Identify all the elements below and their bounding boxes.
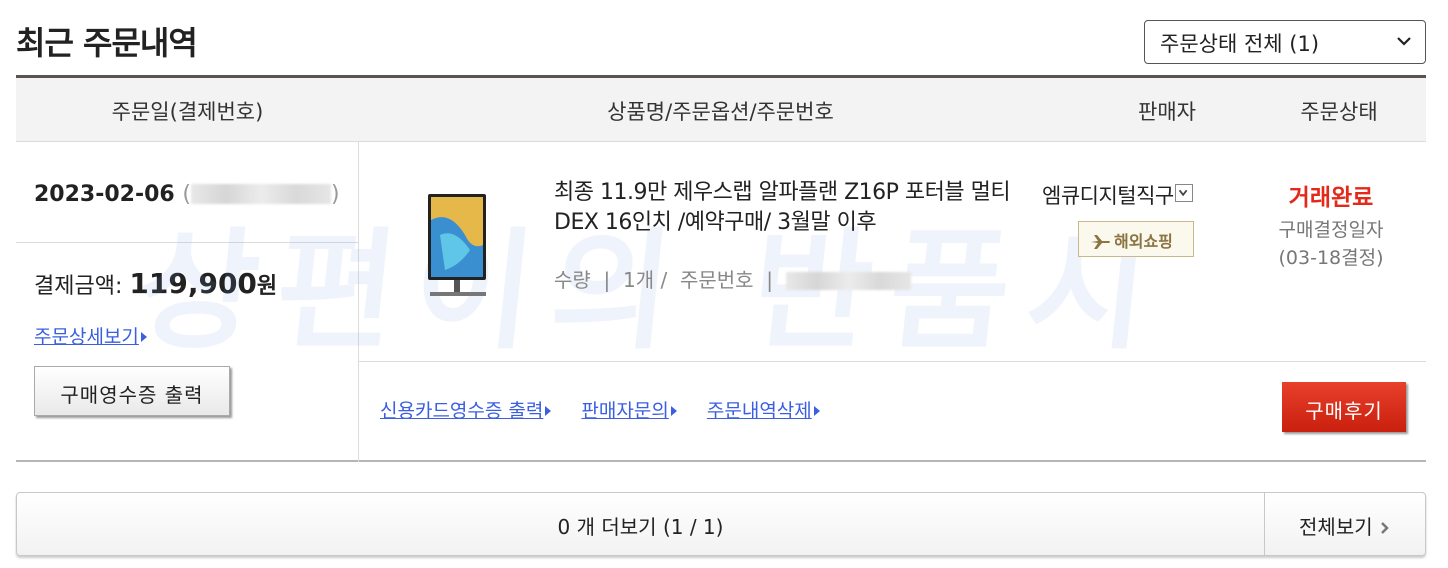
order-status-filter[interactable]: 주문상태 전체 (1) [1144,20,1426,64]
quantity-row: 수량 | 1개 / 주문번호 | [554,264,911,293]
header-seller: 판매자 [1138,100,1196,124]
divider [359,361,1426,362]
more-orders-bar: 0 개 더보기 (1 / 1) 전체보기 [16,492,1426,556]
seller-dropdown-icon[interactable] [1174,184,1193,202]
order-status-filter-value: 주문상태 전체 (1) [1160,32,1320,56]
payment-label: 결제금액: [34,274,123,299]
seller-name[interactable]: 엠큐디지털직구 [1042,180,1193,210]
arrow-right-icon [545,406,552,416]
card-receipt-link[interactable]: 신용카드영수증 출력 [380,400,552,422]
payment-amount-row: 결제금액: 119,900원 [34,267,277,300]
seller-inquiry-link[interactable]: 판매자문의 [581,400,677,422]
write-review-button[interactable]: 구매후기 [1282,382,1406,432]
header-status: 주문상태 [1300,100,1378,124]
order-action-links: 신용카드영수증 출력 판매자문의 주문내역삭제 [380,396,844,423]
page-title: 최근 주문내역 [16,24,198,62]
order-summary-cell: 2023-02-06 () 결제금액: 119,900원 주문상세보기 구매영수… [16,142,359,462]
order-status-complete: 거래완료 [1288,185,1374,211]
payment-unit: 원 [256,274,278,299]
header-product: 상품명/주문옵션/주문번호 [607,100,834,124]
chevron-down-icon [1397,37,1411,46]
purchase-confirm-info: 구매결정일자 (03-18결정) [1278,219,1384,269]
purchase-receipt-button[interactable]: 구매영수증 출력 [34,366,230,416]
arrow-right-icon [670,406,677,416]
payment-amount: 119,900 [129,267,257,300]
airplane-icon [1091,235,1110,249]
chevron-right-icon [1381,522,1389,534]
order-detail-link[interactable]: 주문상세보기 [34,322,147,349]
arrow-right-icon [813,406,820,416]
order-number-label: 주문번호 [679,268,754,292]
view-all-button[interactable]: 전체보기 [1264,511,1426,540]
table-header: 주문일(결제번호) 상품명/주문옵션/주문번호 판매자 주문상태 [16,78,1426,142]
product-name-link[interactable]: 최종 11.9만 제우스랩 알파플랜 Z16P 포터블 멀티 DEX 16인치 … [554,178,1024,238]
load-more-button[interactable]: 0 개 더보기 (1 / 1) [17,511,1264,540]
header-order-date: 주문일(결제번호) [111,100,264,124]
order-date-value: 2023-02-06 [34,182,175,207]
quantity-value: 1개 / [623,268,668,292]
overseas-shopping-badge: 해외쇼핑 [1078,221,1194,257]
order-date: 2023-02-06 () [34,182,340,207]
payment-number-blurred [191,184,331,204]
arrow-right-icon [140,332,147,342]
product-thumbnail[interactable] [410,190,490,300]
order-number-blurred [785,272,911,290]
divider [16,242,359,243]
delete-order-link[interactable]: 주문내역삭제 [707,400,820,422]
